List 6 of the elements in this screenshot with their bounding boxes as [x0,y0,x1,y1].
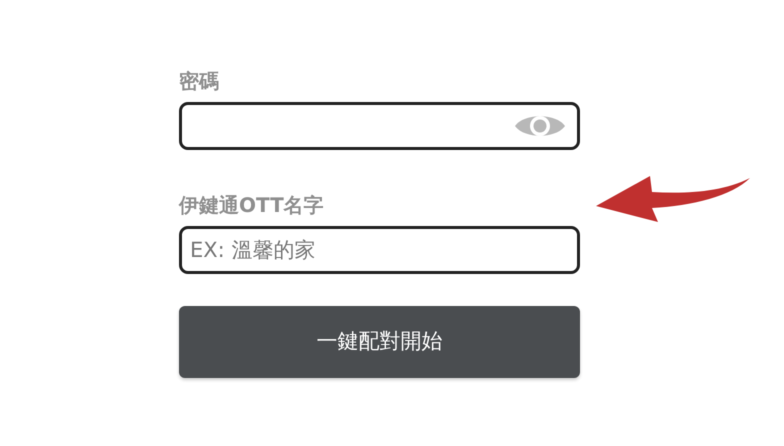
field-label: 密碼 [179,68,219,95]
start-pairing-button[interactable]: 一鍵配對開始 [179,306,580,378]
field-label: 伊鍵通OTT名字 [179,192,324,219]
name-field[interactable]: EX: 溫馨的家 [179,226,580,274]
arrow-icon [596,176,750,222]
password-field[interactable] [179,102,580,150]
